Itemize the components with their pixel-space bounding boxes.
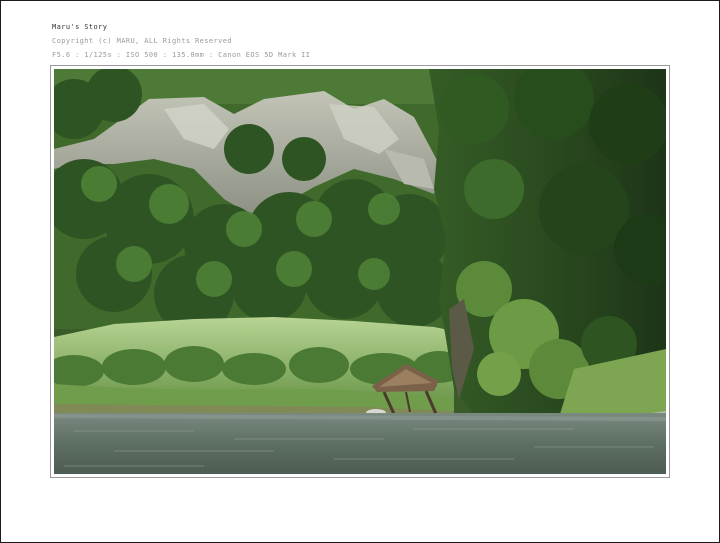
photo-frame [50,65,670,478]
caption-copyright: Copyright (c) MARU, ALL Rights Reserved [52,37,232,45]
landscape-photo [54,69,666,474]
caption-title: Maru's Story [52,23,108,31]
river-water [54,413,666,474]
photo-caption: Maru's Story Copyright (c) MARU, ALL Rig… [52,20,310,62]
photo-page: Maru's Story Copyright (c) MARU, ALL Rig… [0,0,720,543]
caption-exif: F5.6 : 1/125s : ISO 500 : 135.0mm : Cano… [52,51,311,59]
